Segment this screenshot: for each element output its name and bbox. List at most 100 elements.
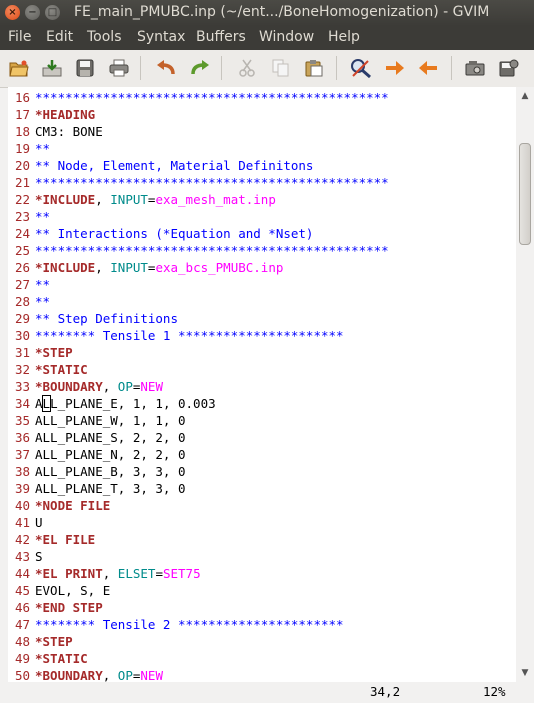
code-token: , <box>102 668 118 683</box>
undo-icon[interactable] <box>155 57 177 79</box>
code-line[interactable]: 32 *STATIC <box>8 361 516 378</box>
line-number: 28 <box>14 294 30 309</box>
line-number: 23 <box>14 209 30 224</box>
code-line[interactable]: 20 ** Node, Element, Material Definitons <box>8 157 516 174</box>
code-line[interactable]: 41 U <box>8 514 516 531</box>
code-line[interactable]: 47 ******** Tensile 2 *******************… <box>8 616 516 633</box>
code-line[interactable]: 49 *STATIC <box>8 650 516 667</box>
menu-buffers[interactable]: Buffers <box>196 29 246 45</box>
code-line[interactable]: 17 *HEADING <box>8 106 516 123</box>
code-token: ****************************************… <box>35 243 389 258</box>
line-text: ALL_PLANE_W, 1, 1, 0 <box>35 412 186 429</box>
code-line[interactable]: 46 *END STEP <box>8 599 516 616</box>
code-token: ** Interactions (*Equation and *Nset) <box>35 226 314 241</box>
code-line[interactable]: 36 ALL_PLANE_S, 2, 2, 0 <box>8 429 516 446</box>
code-token: ** Node, Element, Material Definitons <box>35 158 314 173</box>
line-text: ALL_PLANE_T, 3, 3, 0 <box>35 480 186 497</box>
scroll-up-icon[interactable]: ▲ <box>519 90 531 102</box>
line-text: ******** Tensile 1 *********************… <box>35 327 344 344</box>
menu-file[interactable]: File <box>8 29 31 45</box>
scrollbar-thumb[interactable] <box>519 143 531 245</box>
line-text: *EL FILE <box>35 531 95 548</box>
code-line[interactable]: 45 EVOL, S, E <box>8 582 516 599</box>
code-line[interactable]: 34 ALL_PLANE_E, 1, 1, 0.003 <box>8 395 516 412</box>
line-number: 38 <box>14 464 30 479</box>
line-number: 16 <box>14 90 30 105</box>
code-line[interactable]: 44 *EL PRINT, ELSET=SET75 <box>8 565 516 582</box>
find-previous-icon[interactable] <box>417 57 439 79</box>
line-text: ** <box>35 293 50 310</box>
line-text: ALL_PLANE_N, 2, 2, 0 <box>35 446 186 463</box>
code-line[interactable]: 18 CM3: BONE <box>8 123 516 140</box>
line-number: 24 <box>14 226 30 241</box>
code-line[interactable]: 35 ALL_PLANE_W, 1, 1, 0 <box>8 412 516 429</box>
code-line[interactable]: 48 *STEP <box>8 633 516 650</box>
line-number: 47 <box>14 617 30 632</box>
menu-edit[interactable]: Edit <box>46 29 73 45</box>
line-text: ****************************************… <box>35 242 389 259</box>
copy-icon[interactable] <box>270 57 292 79</box>
code-line[interactable]: 28 ** <box>8 293 516 310</box>
find-replace-icon[interactable] <box>350 57 372 79</box>
save-icon[interactable] <box>41 57 63 79</box>
save-session-icon[interactable] <box>498 57 520 79</box>
open-file-icon[interactable] <box>8 57 30 79</box>
code-line[interactable]: 19 ** <box>8 140 516 157</box>
menu-tools[interactable]: Tools <box>87 29 122 45</box>
code-line[interactable]: 40 *NODE FILE <box>8 497 516 514</box>
cut-icon[interactable] <box>236 57 258 79</box>
close-window-button[interactable]: × <box>5 5 20 20</box>
minimize-window-button[interactable]: − <box>25 5 40 20</box>
code-token: *NODE FILE <box>35 498 111 513</box>
scroll-down-icon[interactable]: ▼ <box>519 667 531 679</box>
line-number: 41 <box>14 515 30 530</box>
code-line[interactable]: 23 ** <box>8 208 516 225</box>
paste-icon[interactable] <box>303 57 325 79</box>
load-session-icon[interactable] <box>464 57 486 79</box>
code-line[interactable]: 29 ** Step Definitions <box>8 310 516 327</box>
line-number: 44 <box>14 566 30 581</box>
code-line[interactable]: 30 ******** Tensile 1 *******************… <box>8 327 516 344</box>
code-line[interactable]: 43 S <box>8 548 516 565</box>
print-icon[interactable] <box>108 57 130 79</box>
code-token: , <box>102 379 118 394</box>
text-editor[interactable]: 16 **************************************… <box>8 87 516 683</box>
maximize-window-button[interactable]: □ <box>45 5 60 20</box>
line-text: ALL_PLANE_B, 3, 3, 0 <box>35 463 186 480</box>
text-cursor: L <box>41 395 52 412</box>
code-line[interactable]: 39 ALL_PLANE_T, 3, 3, 0 <box>8 480 516 497</box>
code-line[interactable]: 25 **************************************… <box>8 242 516 259</box>
code-line[interactable]: 37 ALL_PLANE_N, 2, 2, 0 <box>8 446 516 463</box>
code-line[interactable]: 21 **************************************… <box>8 174 516 191</box>
redo-icon[interactable] <box>189 57 211 79</box>
line-text: *BOUNDARY, OP=NEW <box>35 378 163 395</box>
line-text: *EL PRINT, ELSET=SET75 <box>35 565 201 582</box>
code-token: ******** Tensile 2 *********************… <box>35 617 344 632</box>
line-text: *STATIC <box>35 361 88 378</box>
menu-syntax[interactable]: Syntax <box>137 29 185 45</box>
line-text: *NODE FILE <box>35 497 110 514</box>
code-line[interactable]: 27 ** <box>8 276 516 293</box>
code-line[interactable]: 33 *BOUNDARY, OP=NEW <box>8 378 516 395</box>
code-token: ******** Tensile 1 *********************… <box>35 328 344 343</box>
code-line[interactable]: 31 *STEP <box>8 344 516 361</box>
menu-window[interactable]: Window <box>259 29 314 45</box>
code-token: L_PLANE_E, 1, 1, 0.003 <box>50 396 216 411</box>
line-number: 27 <box>14 277 30 292</box>
code-line[interactable]: 42 *EL FILE <box>8 531 516 548</box>
code-line[interactable]: 16 **************************************… <box>8 89 516 106</box>
vertical-scrollbar[interactable]: ▲ ▼ <box>516 87 534 682</box>
code-line[interactable]: 26 *INCLUDE, INPUT=exa_bcs_PMUBC.inp <box>8 259 516 276</box>
line-number: 17 <box>14 107 30 122</box>
line-number: 30 <box>14 328 30 343</box>
line-text: ALL_PLANE_S, 2, 2, 0 <box>35 429 186 446</box>
line-number: 43 <box>14 549 30 564</box>
save-all-icon[interactable] <box>74 57 96 79</box>
find-next-icon[interactable] <box>384 57 406 79</box>
line-number: 25 <box>14 243 30 258</box>
code-line[interactable]: 24 ** Interactions (*Equation and *Nset) <box>8 225 516 242</box>
code-line[interactable]: 22 *INCLUDE, INPUT=exa_mesh_mat.inp <box>8 191 516 208</box>
menu-help[interactable]: Help <box>328 29 360 45</box>
code-line[interactable]: 38 ALL_PLANE_B, 3, 3, 0 <box>8 463 516 480</box>
cursor-position: 34,2 <box>370 684 401 699</box>
